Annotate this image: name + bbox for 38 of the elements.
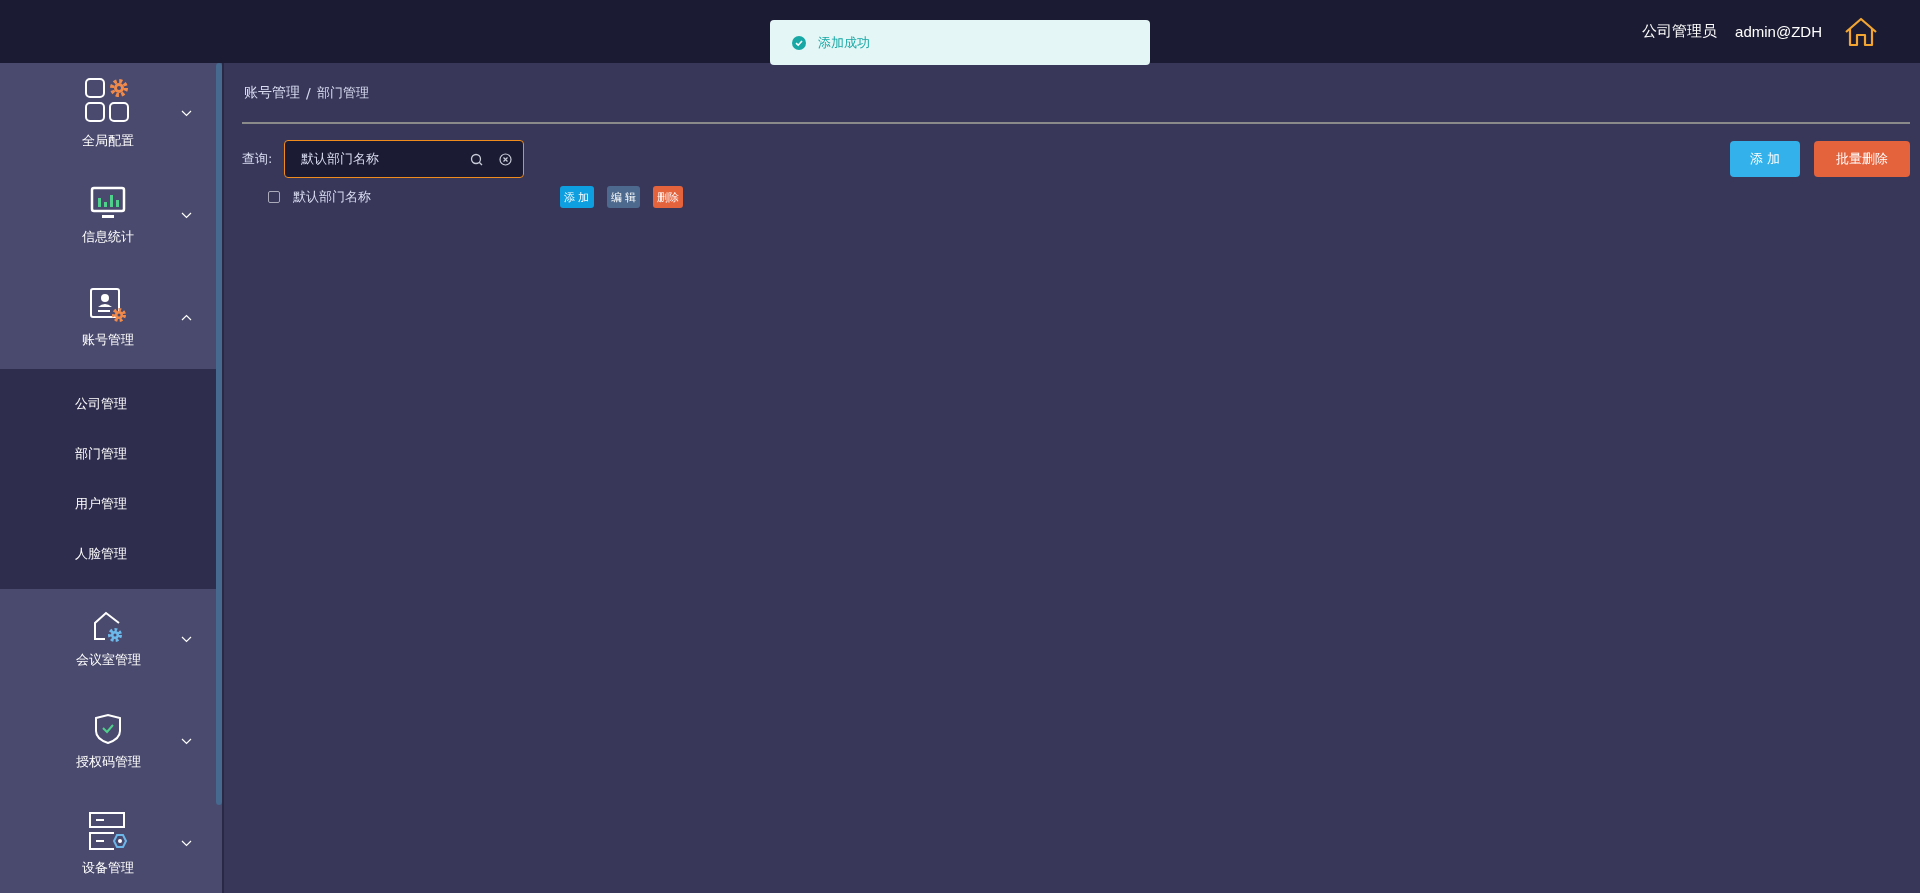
edit-button[interactable]: 编 辑: [606, 186, 640, 208]
menu-label: 全局配置: [82, 132, 134, 150]
tree-node-label[interactable]: 默认部门名称: [293, 188, 560, 206]
menu-label: 账号管理: [82, 331, 134, 349]
check-circle-icon: [792, 35, 806, 50]
shield-check-icon: [94, 713, 122, 745]
toast-message: 添加成功: [818, 33, 870, 52]
sidebar-item[interactable]: 授权码管理: [0, 691, 216, 793]
sidebar-item[interactable]: 全局配置: [0, 63, 216, 165]
breadcrumb-separator: /: [306, 85, 311, 101]
search-label: 查询:: [242, 150, 273, 168]
user-name: admin@ZDH: [1735, 23, 1822, 40]
menu-label: 会议室管理: [75, 651, 141, 669]
submenu-item[interactable]: 人脸管理: [0, 529, 202, 579]
scrollbar-thumb[interactable]: [216, 63, 222, 805]
house-gear-icon: [91, 611, 125, 643]
menu-label: 信息统计: [82, 228, 134, 246]
server-gear-icon: [88, 811, 128, 851]
id-card-gear-icon: [89, 287, 127, 323]
submenu-item[interactable]: 用户管理: [0, 479, 202, 529]
menu-label: 设备管理: [82, 859, 134, 877]
menu-label: 授权码管理: [75, 753, 141, 771]
sidebar-item[interactable]: 会议室管理: [0, 589, 216, 691]
submenu-item[interactable]: 部门管理: [0, 429, 202, 479]
role-label: 公司管理员: [1642, 22, 1718, 41]
grid-gear-icon: [85, 78, 131, 124]
search-field[interactable]: 默认部门名称: [284, 140, 525, 178]
breadcrumb-item[interactable]: 账号管理: [244, 84, 300, 102]
submenu-item[interactable]: 公司管理: [0, 379, 202, 429]
sidebar-item[interactable]: 设备管理: [0, 793, 216, 893]
sidebar-item[interactable]: 账号管理: [0, 267, 216, 369]
search-icon[interactable]: [470, 153, 484, 166]
checkbox[interactable]: [268, 191, 280, 203]
breadcrumb-item[interactable]: 部门管理: [316, 84, 369, 102]
clear-icon[interactable]: [499, 153, 513, 166]
monitor-chart-icon: [90, 186, 126, 220]
home-icon[interactable]: [1844, 16, 1878, 47]
sidebar-item[interactable]: 信息统计: [0, 165, 216, 267]
